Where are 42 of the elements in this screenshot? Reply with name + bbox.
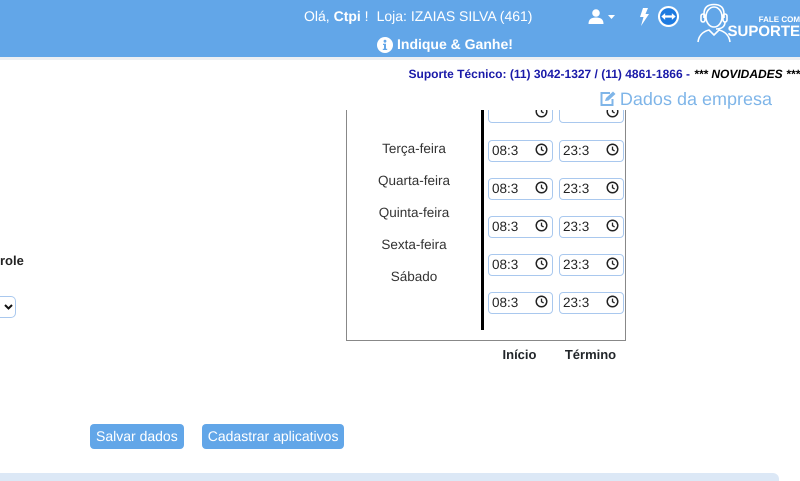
time-field[interactable]: 08:3: [488, 292, 553, 314]
bolt-icon[interactable]: [639, 8, 650, 26]
clock-icon: [535, 181, 548, 194]
time-field[interactable]: 08:3: [488, 216, 553, 238]
user-menu[interactable]: [588, 9, 616, 24]
clock-icon: [535, 219, 548, 232]
edit-icon: [598, 91, 616, 107]
column-header: Início: [502, 346, 538, 364]
day-label: Quarta-feira: [376, 172, 452, 190]
clock-icon: [606, 295, 619, 308]
column-header: Término: [564, 346, 618, 364]
support-phone-text: Suporte Técnico: (11) 3042-1327 / (11) 4861-1866 -: [408, 66, 690, 83]
time-field[interactable]: 08:3: [488, 178, 553, 200]
clock-icon: [606, 143, 619, 156]
time-field[interactable]: 23:3: [559, 140, 624, 162]
info-icon: [377, 36, 393, 52]
clock-icon: [606, 219, 619, 232]
time-field[interactable]: 08:3: [488, 254, 553, 276]
day-label: Sexta-feira: [380, 236, 448, 254]
time-field[interactable]: 23:3: [559, 254, 624, 276]
day-label: Terça-feira: [381, 140, 447, 158]
caret-icon: [608, 14, 616, 18]
clock-icon: [535, 257, 548, 270]
clock-icon: [606, 181, 619, 194]
chevron-down-icon: [4, 304, 13, 310]
time-field[interactable]: 23:3: [559, 292, 624, 314]
select-field[interactable]: [0, 296, 16, 318]
day-label: Quinta-feira: [378, 204, 450, 222]
support-label: SUPORTE: [727, 24, 800, 38]
user-icon: [588, 9, 604, 24]
time-field[interactable]: 23:3: [559, 178, 624, 200]
clock-icon: [535, 143, 548, 156]
day-label: Sábado: [390, 268, 438, 286]
clock-icon: [606, 257, 619, 270]
field-label: role: [0, 253, 25, 269]
remote-access-icon[interactable]: [657, 5, 680, 28]
clock-icon: [535, 295, 548, 308]
support-caption: FALE COM: [758, 16, 800, 24]
greeting-text: Olá, Ctpi !: [304, 7, 369, 26]
time-field[interactable]: 08:3: [488, 140, 553, 162]
time-field[interactable]: 23:3: [559, 216, 624, 238]
store-name: Loja: IZAIAS SILVA (461): [376, 7, 532, 26]
